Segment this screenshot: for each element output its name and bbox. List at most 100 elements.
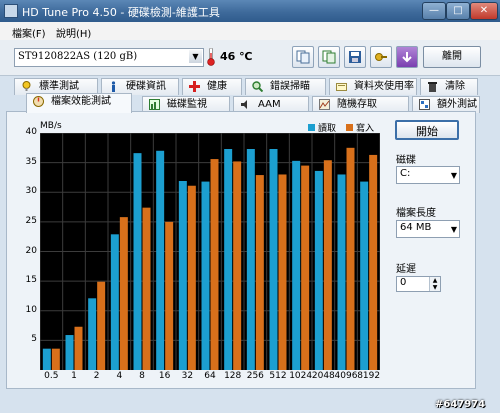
bar-read — [110, 234, 119, 370]
bar-write — [233, 161, 242, 370]
tab-error-scan[interactable]: 錯誤掃瞄 — [245, 78, 326, 95]
bar-write — [369, 154, 378, 370]
y-tick-label: 5 — [31, 334, 37, 345]
bar-read — [42, 348, 51, 370]
start-button[interactable]: 開始 — [395, 120, 459, 140]
menu-bar: 檔案(F) 說明(H) — [0, 22, 500, 40]
bar-read — [224, 148, 233, 370]
erase-icon — [428, 82, 437, 92]
benchmark-icon — [22, 81, 31, 91]
extra-tests-icon — [419, 99, 430, 110]
y-tick-label: 10 — [25, 304, 37, 315]
bar-read — [314, 170, 323, 370]
drive-letter-select[interactable]: C: ▼ — [396, 166, 460, 184]
tab-label: 檔案效能測試 — [51, 96, 111, 107]
tab-label: 清除 — [445, 81, 465, 92]
bar-read — [360, 181, 369, 370]
bar-read — [269, 148, 278, 370]
bar-read — [292, 160, 301, 370]
error-scan-icon — [252, 81, 263, 92]
drive-label: 磁碟 — [396, 155, 416, 166]
copy-info-icon — [296, 50, 310, 64]
chevron-down-icon: ▼ — [450, 171, 457, 180]
bar-read — [156, 150, 165, 370]
bar-write — [210, 159, 219, 370]
menu-help[interactable]: 說明(H) — [56, 25, 91, 40]
bar-write — [51, 348, 60, 370]
download-button[interactable] — [396, 46, 418, 68]
bar-write — [119, 217, 128, 370]
drive-select-value: ST9120822AS (120 gB) — [18, 51, 138, 62]
menu-file[interactable]: 檔案(F) — [12, 25, 46, 40]
window-title: HD Tune Pro 4.50 - 硬碟檢測-維護工具 — [22, 6, 220, 19]
toolbar: ST9120822AS (120 gB) ▼ 46 ℃ 離開 — [0, 40, 500, 76]
file-length-select[interactable]: 64 MB ▼ — [396, 220, 460, 238]
close-button[interactable]: ✕ — [470, 2, 498, 20]
y-axis-label: MB/s — [40, 121, 62, 131]
chevron-down-icon: ▼ — [189, 50, 202, 63]
x-tick-label: 8192 — [357, 371, 381, 381]
save-icon — [349, 51, 361, 63]
health-icon — [189, 81, 200, 92]
bar-read — [337, 174, 346, 370]
spinner-arrows-icon[interactable]: ▲ ▼ — [429, 277, 440, 291]
bar-write — [165, 221, 174, 370]
y-tick-label: 35 — [25, 156, 37, 167]
delay-label: 延遲 — [396, 264, 416, 275]
random-access-icon — [319, 99, 330, 110]
title-bar: HD Tune Pro 4.50 - 硬碟檢測-維護工具 — □ ✕ — [0, 0, 500, 22]
bar-write — [74, 326, 83, 370]
save-button[interactable] — [344, 46, 366, 68]
y-tick-label: 15 — [25, 275, 37, 286]
download-icon — [402, 52, 412, 63]
tab-erase[interactable]: 清除 — [420, 78, 478, 95]
disk-monitor-icon — [149, 99, 160, 110]
folder-icon — [336, 83, 347, 91]
copy-info-button[interactable] — [292, 46, 314, 68]
bar-read — [246, 148, 255, 370]
maximize-button[interactable]: □ — [446, 2, 470, 20]
legend-swatch-read — [308, 124, 315, 131]
bar-write — [323, 160, 332, 370]
tab-label: 錯誤掃瞄 — [270, 81, 310, 92]
legend-swatch-write — [346, 124, 353, 131]
settings-icon — [375, 53, 387, 61]
chevron-down-icon: ▼ — [450, 225, 457, 234]
bar-read — [178, 180, 187, 370]
bar-write — [255, 175, 264, 370]
watermark-text: #647974 — [435, 399, 486, 410]
copy-screenshot-icon — [322, 50, 336, 64]
minimize-button[interactable]: — — [422, 2, 446, 20]
info-icon — [111, 81, 116, 92]
bar-write — [346, 147, 355, 370]
exit-button[interactable]: 離開 — [423, 46, 481, 68]
copy-screenshot-button[interactable] — [318, 46, 340, 68]
aam-icon — [241, 100, 247, 109]
drive-letter-value: C: — [400, 168, 411, 179]
tab-health[interactable]: 健康 — [182, 78, 242, 95]
bar-read — [133, 153, 142, 370]
file-length-label: 檔案長度 — [396, 208, 436, 219]
tab-folder-usage[interactable]: 資料夾使用率 — [329, 78, 417, 95]
file-benchmark-icon — [33, 96, 44, 107]
bar-write — [301, 165, 310, 370]
delay-spinner[interactable]: 0 ▲ ▼ — [396, 276, 441, 292]
tab-label: 健康 — [207, 81, 227, 92]
drive-select[interactable]: ST9120822AS (120 gB) ▼ — [14, 48, 204, 67]
delay-value: 0 — [400, 277, 407, 288]
bar-write — [187, 185, 196, 370]
file-length-value: 64 MB — [400, 222, 432, 233]
y-tick-label: 40 — [25, 127, 37, 137]
bar-read — [65, 335, 74, 370]
y-tick-label: 25 — [25, 215, 37, 226]
settings-button[interactable] — [370, 46, 392, 68]
bar-write — [278, 174, 287, 370]
tab-label: 硬碟資訊 — [126, 81, 166, 92]
chart-svg — [39, 132, 381, 370]
y-tick-label: 30 — [25, 186, 37, 197]
tab-file-benchmark[interactable]: 檔案效能測試 — [26, 93, 132, 113]
tab-label: 資料夾使用率 — [354, 81, 414, 92]
bar-write — [97, 281, 106, 370]
app-icon — [4, 4, 18, 18]
bar-read — [88, 298, 97, 370]
